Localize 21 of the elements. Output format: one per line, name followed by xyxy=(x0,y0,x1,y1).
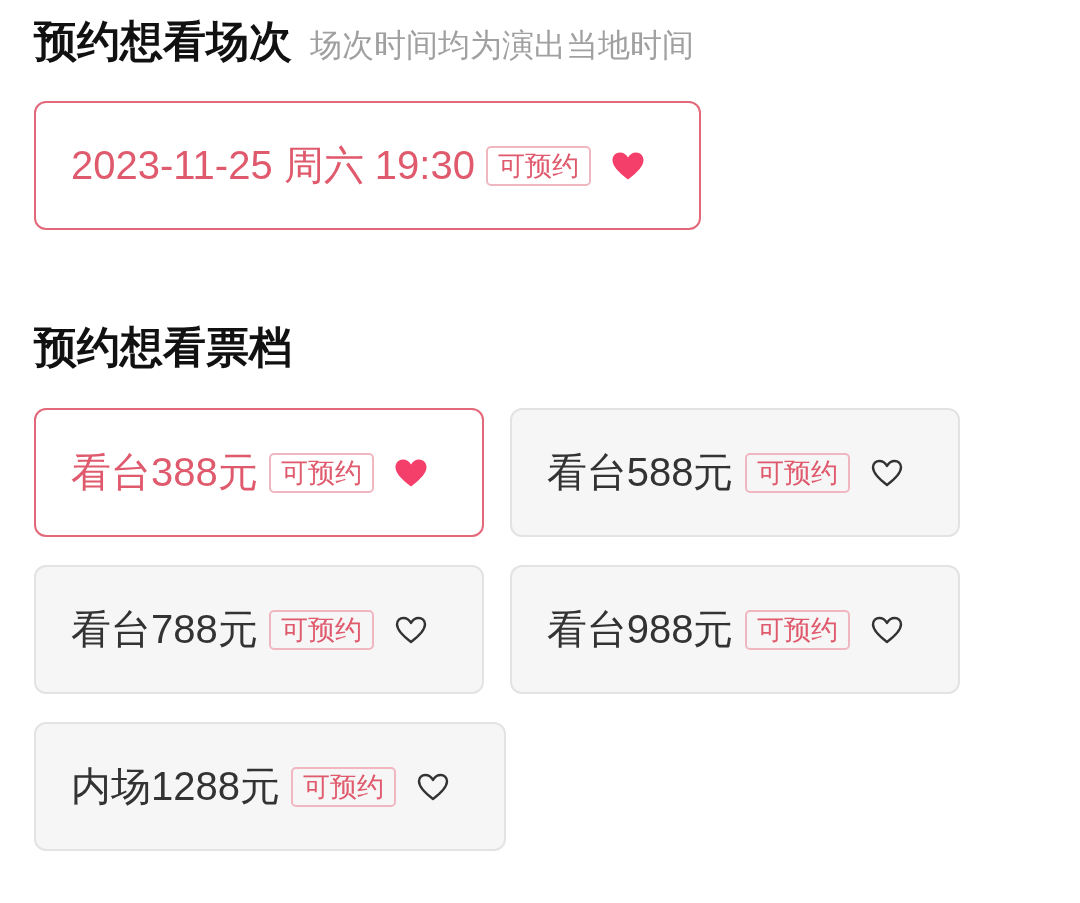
ticket-tier-option[interactable]: 看台988元 可预约 xyxy=(509,565,960,694)
availability-badge: 可预约 xyxy=(268,609,374,650)
ticket-tier-option[interactable]: 看台788元 可预约 xyxy=(34,565,484,694)
section-title: 预约想看场次 xyxy=(34,16,292,66)
availability-badge: 可预约 xyxy=(744,452,850,493)
heart-outline-icon xyxy=(869,457,904,488)
heart-outline-icon xyxy=(416,771,450,802)
filled-heart-icon xyxy=(393,457,428,488)
filled-heart-icon xyxy=(610,150,645,181)
section-title: 预约想看票档 xyxy=(34,322,292,372)
availability-badge: 可预约 xyxy=(744,609,850,650)
availability-badge: 可预约 xyxy=(268,452,374,493)
session-option[interactable]: 2023-11-25 周六 19:30 可预约 xyxy=(34,101,701,230)
ticket-tier-option[interactable]: 内场1288元 可预约 xyxy=(34,722,506,851)
heart-outline-icon xyxy=(869,614,904,645)
heart-outline-icon xyxy=(393,614,428,645)
section-note: 场次时间均为演出当地时间 xyxy=(310,26,694,65)
availability-badge: 可预约 xyxy=(485,145,591,186)
ticket-tier-option[interactable]: 看台588元 可预约 xyxy=(509,408,960,537)
ticket-tier-option[interactable]: 看台388元 可预约 xyxy=(34,408,484,537)
availability-badge: 可预约 xyxy=(291,766,396,807)
